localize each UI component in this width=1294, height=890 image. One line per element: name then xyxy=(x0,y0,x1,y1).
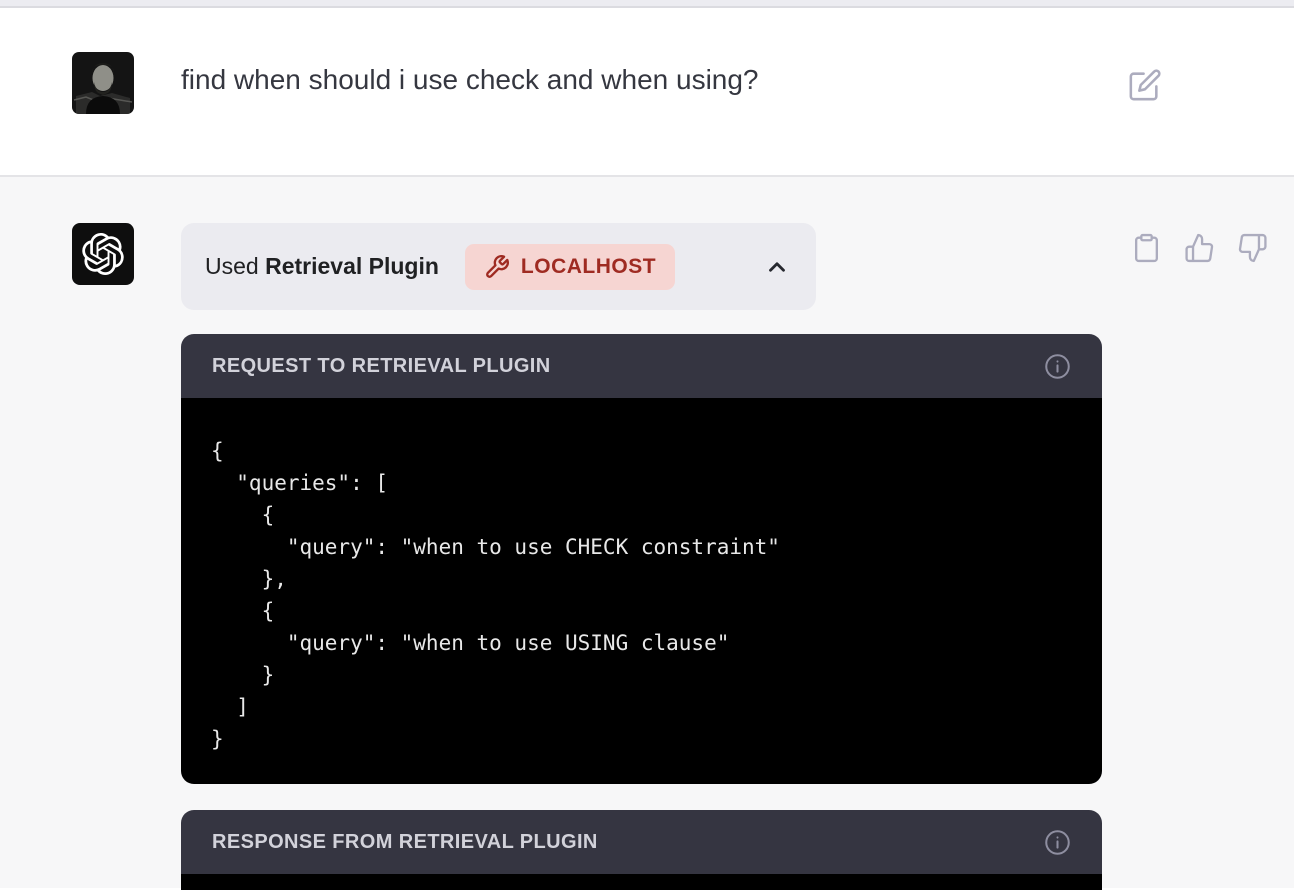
user-message: find when should i use check and when us… xyxy=(0,8,1294,175)
response-code-block[interactable] xyxy=(181,874,1102,890)
openai-logo-icon xyxy=(82,233,124,275)
message-actions xyxy=(1131,231,1269,264)
assistant-message: Used Retrieval Plugin LOCALHOST REQUEST … xyxy=(0,175,1294,888)
assistant-avatar xyxy=(72,223,134,285)
edit-icon xyxy=(1128,68,1162,102)
plugin-usage-label: Used Retrieval Plugin xyxy=(205,253,439,280)
chevron-up-icon xyxy=(764,254,790,280)
edit-message-button[interactable] xyxy=(1128,68,1162,102)
localhost-badge-label: LOCALHOST xyxy=(521,255,656,279)
user-message-text: find when should i use check and when us… xyxy=(181,52,759,175)
response-panel-title: RESPONSE FROM RETRIEVAL PLUGIN xyxy=(212,831,598,854)
info-icon[interactable] xyxy=(1044,829,1071,856)
copy-button[interactable] xyxy=(1131,231,1163,264)
user-avatar xyxy=(72,52,134,114)
thumbs-up-icon xyxy=(1184,232,1215,264)
localhost-badge: LOCALHOST xyxy=(465,244,675,290)
clipboard-icon xyxy=(1131,232,1162,264)
request-panel-title: REQUEST TO RETRIEVAL PLUGIN xyxy=(212,355,551,378)
previous-message-edge xyxy=(0,0,1294,8)
plugin-usage-toggle[interactable]: Used Retrieval Plugin LOCALHOST xyxy=(181,223,816,310)
plugin-name: Retrieval Plugin xyxy=(265,253,439,279)
wrench-icon xyxy=(484,254,510,280)
thumbs-down-button[interactable] xyxy=(1237,231,1269,264)
response-panel-header: RESPONSE FROM RETRIEVAL PLUGIN xyxy=(181,810,1102,874)
request-code-block[interactable]: { "queries": [ { "query": "when to use C… xyxy=(181,398,1102,784)
info-icon[interactable] xyxy=(1044,353,1071,380)
response-panel: RESPONSE FROM RETRIEVAL PLUGIN xyxy=(181,810,1102,890)
request-panel: REQUEST TO RETRIEVAL PLUGIN { "queries":… xyxy=(181,334,1102,784)
thumbs-up-button[interactable] xyxy=(1184,231,1216,264)
thumbs-down-icon xyxy=(1237,232,1268,264)
request-panel-header: REQUEST TO RETRIEVAL PLUGIN xyxy=(181,334,1102,398)
user-avatar-image xyxy=(72,52,134,114)
